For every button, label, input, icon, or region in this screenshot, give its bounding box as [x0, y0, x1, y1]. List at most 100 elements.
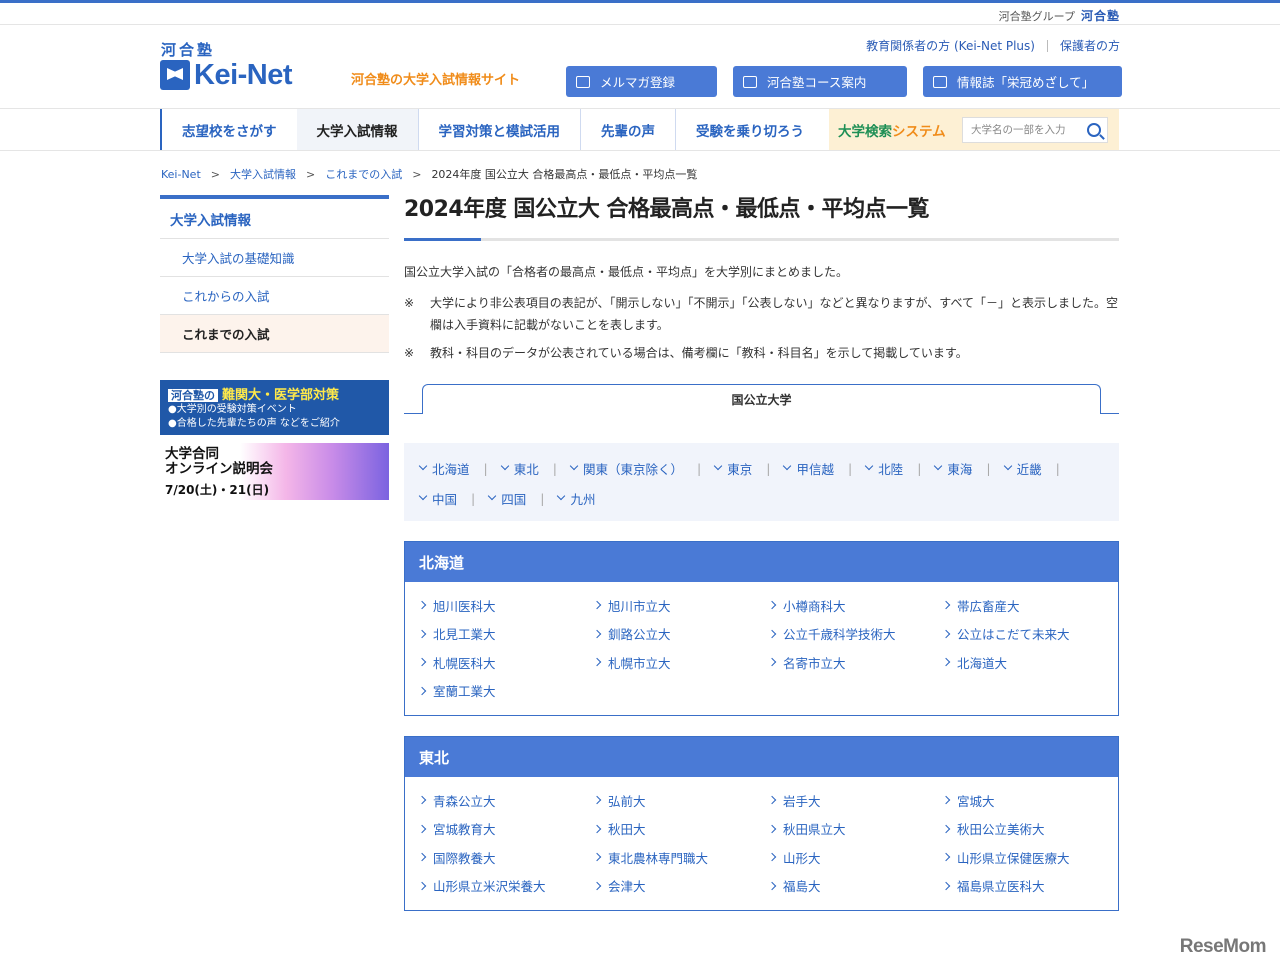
- univ-link[interactable]: 宮城教育大: [417, 815, 594, 844]
- univ-link[interactable]: 東北農林専門職大: [592, 843, 769, 872]
- breadcrumb-exam-info[interactable]: 大学入試情報: [230, 166, 296, 182]
- banner1-line2: ●合格した先輩たちの声 などをご紹介: [168, 418, 340, 429]
- breadcrumb-home[interactable]: Kei-Net: [161, 168, 201, 181]
- link-educators[interactable]: 教育関係者の方 (Kei-Net Plus): [866, 37, 1035, 54]
- region-nav-label: 甲信越: [796, 461, 834, 477]
- univ-link[interactable]: 旭川医科大: [417, 591, 594, 620]
- group-logo[interactable]: 河合塾: [1081, 7, 1120, 24]
- univ-name: 室蘭工業大: [433, 684, 496, 700]
- gnav-search-school[interactable]: 志望校をさがす: [160, 109, 297, 150]
- univ-name: 秋田県立大: [783, 822, 846, 838]
- univ-search-placeholder: 大学名の一部を入力: [971, 124, 1066, 136]
- univ-link[interactable]: 山形大: [767, 843, 943, 872]
- region-nav-link[interactable]: 九州: [556, 483, 595, 513]
- page: 河合塾グループ 河合塾 河合塾 Kei-Net 河合塾の大学入試情報サイト 教育…: [0, 0, 1280, 966]
- univ-link[interactable]: 北海道大: [941, 648, 1118, 677]
- link-parents[interactable]: 保護者の方: [1060, 37, 1120, 54]
- tab-bar: 国公立大学: [404, 384, 1119, 415]
- univ-link[interactable]: 岩手大: [767, 786, 943, 815]
- note-1-text: 大学により非公表項目の表記が、「開示しない」「不開示」「公表しない」などと異なり…: [430, 296, 1118, 332]
- univ-link[interactable]: 秋田公立美術大: [941, 815, 1118, 844]
- univ-name: 山形県立米沢栄養大: [433, 879, 546, 895]
- region-nav-link[interactable]: 中国: [418, 483, 457, 513]
- region-nav-link[interactable]: 四国: [487, 483, 526, 513]
- chevron-right-icon: [767, 853, 777, 862]
- univ-link[interactable]: 札幌市立大: [592, 648, 769, 677]
- univ-link[interactable]: 青森公立大: [417, 786, 594, 815]
- univ-link[interactable]: 公立はこだて未来大: [941, 620, 1118, 649]
- univ-link[interactable]: 福島県立医科大: [941, 872, 1118, 901]
- univ-name: 山形大: [783, 850, 821, 866]
- univ-link[interactable]: 小樽商科大: [767, 591, 943, 620]
- region-nav-label: 近畿: [1016, 461, 1042, 477]
- univ-name: 札幌市立大: [608, 655, 671, 671]
- gnav-exam-tips[interactable]: 受験を乗り切ろう: [675, 109, 824, 150]
- univ-link[interactable]: 帯広畜産大: [941, 591, 1118, 620]
- univ-link[interactable]: 北見工業大: [417, 620, 594, 649]
- univ-search-input[interactable]: 大学名の一部を入力: [962, 116, 1108, 143]
- univ-name: 名寄市立大: [783, 655, 846, 671]
- gnav-senpai[interactable]: 先輩の声: [580, 109, 675, 150]
- gnav-exam-info[interactable]: 大学入試情報: [296, 109, 418, 150]
- univ-link[interactable]: 公立千歳科学技術大: [767, 620, 943, 649]
- logo-kanji[interactable]: 河合塾: [161, 39, 215, 60]
- banner2-title: 大学合同 オンライン説明会: [165, 447, 273, 477]
- univ-link[interactable]: 国際教養大: [417, 843, 594, 872]
- region-nav-link[interactable]: 近畿: [1003, 453, 1042, 483]
- course-guide-button[interactable]: 河合塾コース案内: [733, 66, 907, 97]
- region-heading: 東北: [405, 737, 1118, 777]
- main-content: 2024年度 国公立大 合格最高点・最低点・平均点一覧 国公立大学入試の「合格者…: [404, 195, 1119, 911]
- univ-link[interactable]: 弘前大: [592, 786, 769, 815]
- sidebar-item-basics[interactable]: 大学入試の基礎知識: [160, 239, 389, 277]
- tab-national-public[interactable]: 国公立大学: [422, 384, 1101, 415]
- sidebar-title[interactable]: 大学入試情報: [160, 199, 389, 239]
- banner1-tag: 河合塾の: [168, 389, 218, 402]
- banner2-title1: 大学合同: [165, 446, 219, 462]
- chevron-right-icon: [941, 881, 951, 890]
- region-section: 東北青森公立大 弘前大 岩手大 宮城大宮城教育大 秋田大 秋田県立大 秋田公立美術大国際教養…: [404, 736, 1119, 911]
- univ-link[interactable]: 山形県立米沢栄養大: [417, 872, 594, 901]
- region-nav-link[interactable]: 東京: [713, 453, 752, 483]
- univ-link[interactable]: 札幌医科大: [417, 648, 594, 677]
- chevron-right-icon: [592, 796, 602, 805]
- banner1-title: 河合塾の 難関大・医学部対策: [168, 384, 381, 403]
- region-nav-link[interactable]: 東北: [500, 453, 539, 483]
- univ-link[interactable]: 福島大: [767, 872, 943, 901]
- univ-link[interactable]: 宮城大: [941, 786, 1118, 815]
- breadcrumb-past-exams[interactable]: これまでの入試: [325, 166, 402, 182]
- chevron-down-icon: [418, 461, 428, 471]
- chevron-down-icon: [557, 491, 566, 501]
- univ-link[interactable]: 名寄市立大: [767, 648, 943, 677]
- region-nav-separator: |: [766, 460, 771, 476]
- univ-link[interactable]: 会津大: [592, 872, 769, 901]
- chevron-right-icon: [767, 601, 777, 610]
- magazine-button[interactable]: 情報誌「栄冠めざして」: [923, 66, 1122, 97]
- banner-difficult-univ[interactable]: 河合塾の 難関大・医学部対策 ●大学別の受験対策イベント ●合格した先輩たちの声 …: [160, 380, 389, 435]
- sidebar-item-past[interactable]: これまでの入試: [160, 315, 389, 353]
- univ-name: 福島県立医科大: [957, 879, 1045, 895]
- chevron-down-icon: [713, 461, 723, 471]
- newsletter-button[interactable]: メルマガ登録: [566, 66, 717, 97]
- univ-name: 秋田大: [608, 822, 646, 838]
- chevron-right-icon: [767, 796, 777, 805]
- univ-link[interactable]: 釧路公立大: [592, 620, 769, 649]
- region-nav-link[interactable]: 関東（東京除く）: [569, 453, 683, 483]
- univ-link[interactable]: 山形県立保健医療大: [941, 843, 1118, 872]
- gnav-study[interactable]: 学習対策と模試活用: [417, 109, 581, 150]
- chevron-right-icon: [417, 824, 427, 833]
- sidebar-item-upcoming[interactable]: これからの入試: [160, 277, 389, 315]
- univ-name: 国際教養大: [433, 850, 496, 866]
- univ-link[interactable]: 秋田大: [592, 815, 769, 844]
- univ-link[interactable]: 秋田県立大: [767, 815, 943, 844]
- region-nav-link[interactable]: 北陸: [864, 453, 903, 483]
- site-logo[interactable]: Kei-Net: [160, 60, 293, 90]
- univ-link[interactable]: 旭川市立大: [592, 591, 769, 620]
- region-nav-link[interactable]: 北海道: [418, 453, 470, 483]
- banner-online-session[interactable]: 大学合同 オンライン説明会 7/20(土)・21(日): [160, 443, 389, 500]
- univ-name: 山形県立保健医療大: [957, 850, 1070, 866]
- search-icon[interactable]: [1087, 122, 1101, 137]
- univ-link[interactable]: 室蘭工業大: [417, 677, 594, 706]
- region-nav-link[interactable]: 甲信越: [782, 453, 834, 483]
- region-nav-link[interactable]: 東海: [933, 453, 972, 483]
- chevron-right-icon: >: [412, 167, 422, 181]
